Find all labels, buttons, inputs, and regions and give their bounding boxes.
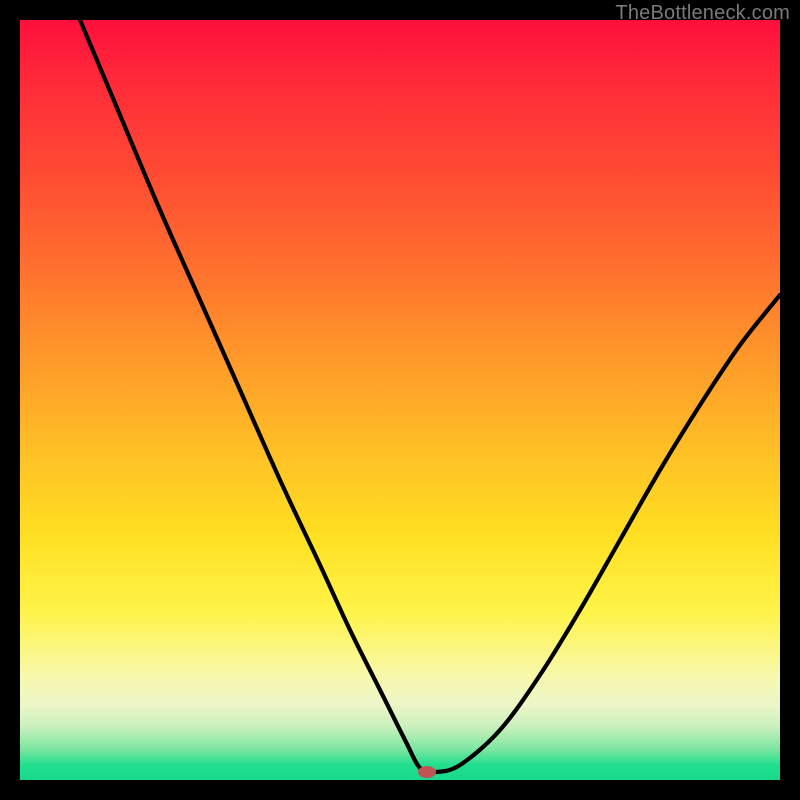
min-marker <box>418 766 436 778</box>
plot-area <box>20 20 780 780</box>
bottleneck-curve <box>80 20 780 772</box>
curve-svg <box>20 20 780 780</box>
chart-frame: TheBottleneck.com <box>0 0 800 800</box>
